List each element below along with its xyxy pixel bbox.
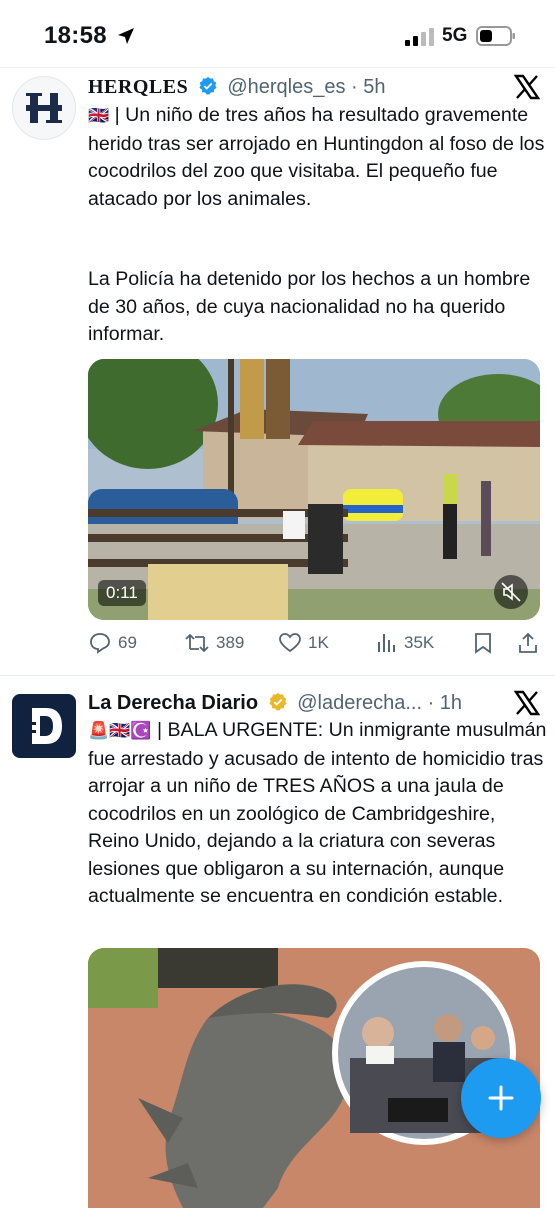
share-icon[interactable] [516,631,540,655]
tweet-text-body: | BALA URGENTE: Un inmigrante musulmán f… [88,719,547,907]
video-duration: 0:11 [98,580,146,606]
like-button[interactable]: 1K [278,631,329,655]
tweet-text: 🇬🇧 | Un niño de tres años ha resultado g… [88,102,548,213]
repost-icon [185,633,209,653]
tweet-1[interactable]: HERQLES @herqles_es · 5h 🇬🇧 | Un niño de… [0,0,555,675]
view-count: 35K [404,633,435,652]
author-handle[interactable]: @laderecha... [297,692,422,714]
flag-emojis: 🇬🇧 [88,106,110,126]
mute-button[interactable] [494,575,528,609]
tweet-text-p2: La Policía ha detenido por los hechos a … [88,268,531,345]
compose-button[interactable] [461,1058,541,1138]
x-logo-icon [514,690,540,716]
verified-icon [269,692,287,711]
video-frame [88,359,540,620]
avatar[interactable] [12,76,76,140]
author-name[interactable]: HERQLES [88,76,188,98]
views-icon [378,634,395,652]
mute-icon [501,582,521,602]
reply-button[interactable]: 69 [88,631,137,655]
tweet-text-2: La Policía ha detenido por los hechos a … [88,266,548,349]
tweet-time[interactable]: · 5h [351,76,385,98]
avatar[interactable] [12,694,76,758]
tweet-actions: 69 389 1K 35K [88,631,548,661]
repost-button[interactable]: 389 [184,631,244,655]
reply-icon [90,633,110,654]
x-logo-icon [514,74,540,100]
author-name[interactable]: La Derecha Diario [88,692,258,714]
flag-emojis: 🚨🇬🇧☪️ [88,721,152,741]
verified-icon [199,76,217,95]
like-count: 1K [308,633,329,652]
tweet-time[interactable]: · 1h [428,692,462,714]
compose-plus-icon [488,1085,514,1111]
repost-count: 389 [216,633,245,652]
tweet-header: HERQLES @herqles_es · 5h [88,76,386,99]
bookmark-icon[interactable] [472,631,494,655]
author-handle[interactable]: @herqles_es [227,76,345,98]
reply-count: 69 [118,633,137,652]
tweet-header: La Derecha Diario @laderecha... · 1h [88,692,462,715]
tweet-text-p1: | Un niño de tres años ha resultado grav… [88,104,545,210]
views-button[interactable]: 35K [376,631,434,655]
like-icon [279,633,301,653]
tweet-video[interactable]: 0:11 [88,359,540,620]
tweet-text: 🚨🇬🇧☪️ | BALA URGENTE: Un inmigrante musu… [88,717,548,911]
